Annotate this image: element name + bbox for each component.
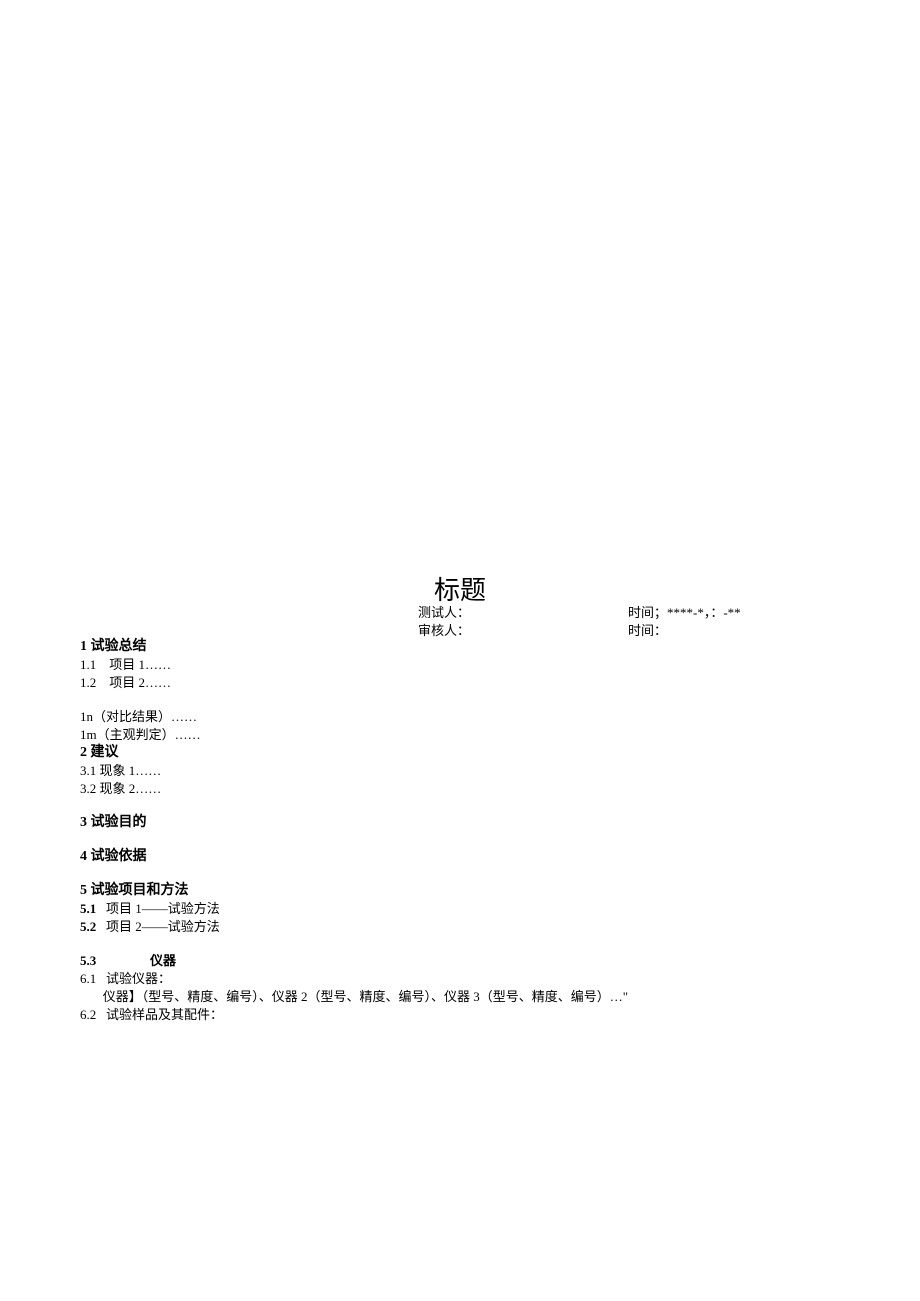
section-5-item-2: 5.2 项目 2——试验方法 (80, 918, 840, 936)
section-2-item-1: 3.1 现象 1…… (80, 762, 840, 780)
document-title: 标题 (0, 570, 920, 607)
content-body: 1 试验总结 1.1 项目 1…… 1.2 项目 2…… 1n（对比结果）…… … (80, 638, 840, 1024)
section-6-item-1-num: 6.1 (80, 971, 96, 986)
section-6-item-1-text: 试验仪器： (96, 971, 171, 986)
meta-row-tester: 测试人： 时间；****-*，：-** (418, 604, 741, 622)
section-1-item-m: 1m（主观判定）…… (80, 726, 840, 744)
section-2-item-2: 3.2 现象 2…… (80, 780, 840, 798)
section-6-item-2: 6.2 试验样品及其配件： (80, 1006, 840, 1024)
section-6-item-2-text: 试验样品及其配件： (96, 1007, 223, 1022)
section-4-heading: 4 试验依据 (80, 848, 840, 866)
section-5-item-1: 5.1 项目 1——试验方法 (80, 900, 840, 918)
section-1-item-2: 1.2 项目 2…… (80, 674, 840, 692)
section-2-heading: 2 建议 (80, 744, 840, 762)
tester-time: 时间；****-*，：-** (628, 604, 741, 622)
section-5-3-num: 5.3 (80, 952, 150, 970)
section-1-item-1: 1.1 项目 1…… (80, 656, 840, 674)
section-1-heading: 1 试验总结 (80, 638, 840, 656)
section-5-heading: 5 试验项目和方法 (80, 882, 840, 900)
section-1-item-n: 1n（对比结果）…… (80, 708, 840, 726)
document-page: 标题 测试人： 时间；****-*，：-** 审核人： 时间： 1 试验总结 1… (0, 0, 920, 1301)
section-5-item-1-text: 项目 1——试验方法 (96, 901, 220, 916)
section-6-item-1-body: 仪器】（型号、精度、编号）、仪器 2（型号、精度、编号）、仪器 3（型号、精度、… (80, 988, 840, 1006)
section-6-item-2-num: 6.2 (80, 1007, 96, 1022)
section-3-heading: 3 试验目的 (80, 814, 840, 832)
tester-label: 测试人： (418, 604, 628, 622)
section-5-item-2-num: 5.2 (80, 919, 96, 934)
section-5-3: 5.3仪器 (80, 952, 840, 970)
meta-block: 测试人： 时间；****-*，：-** 审核人： 时间： (418, 604, 741, 640)
section-5-item-1-num: 5.1 (80, 901, 96, 916)
section-6-item-1: 6.1 试验仪器： (80, 970, 840, 988)
section-5-3-text: 仪器 (150, 953, 176, 968)
section-5-item-2-text: 项目 2——试验方法 (96, 919, 220, 934)
